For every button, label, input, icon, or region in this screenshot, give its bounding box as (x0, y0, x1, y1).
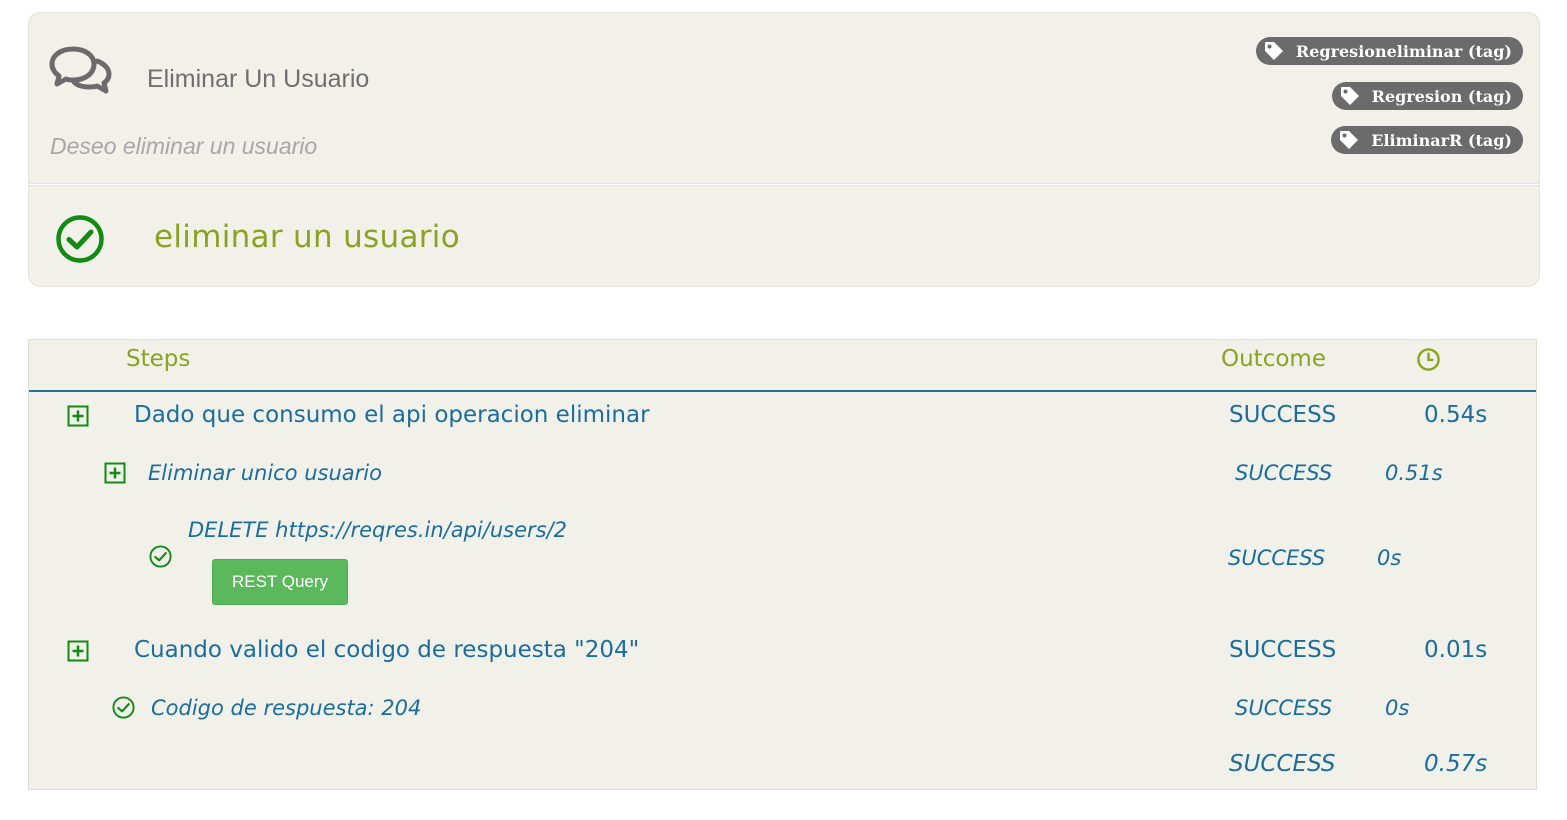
step-description: Eliminar unico usuario (148, 461, 382, 485)
tag-badge[interactable]: Regresion (tag) (1331, 82, 1523, 110)
comments-icon (49, 46, 112, 94)
tag-label: Regresioneliminar (tag) (1295, 41, 1512, 61)
step-outcome: SUCCESS (1235, 461, 1333, 485)
scenario-result-panel: eliminar un usuario (28, 185, 1540, 287)
steps-column-header: Steps (126, 346, 191, 372)
tag-badge[interactable]: EliminarR (tag) (1331, 126, 1523, 154)
step-outcome: SUCCESS (1235, 696, 1333, 720)
check-circle-icon (149, 545, 172, 568)
outcome-column-header: Outcome (1221, 346, 1326, 372)
check-circle-icon (56, 215, 104, 263)
step-description: Cuando valido el codigo de respuesta "20… (134, 637, 640, 663)
story-description: Deseo eliminar un usuario (50, 133, 318, 159)
scenario-title: eliminar un usuario (154, 219, 460, 255)
step-description: Codigo de respuesta: 204 (151, 696, 422, 720)
total-outcome: SUCCESS (1229, 751, 1336, 777)
total-duration: 0.57s (1424, 751, 1488, 777)
step-duration: 0.01s (1424, 637, 1488, 663)
step-duration: 0s (1385, 696, 1410, 720)
story-title: Eliminar Un Usuario (147, 65, 370, 93)
step-duration: 0s (1377, 546, 1402, 570)
step-outcome: SUCCESS (1229, 402, 1337, 428)
tag-icon (1264, 42, 1283, 60)
step-duration: 0.54s (1424, 402, 1488, 428)
tag-icon (1340, 87, 1359, 105)
story-header-panel: Eliminar Un Usuario Deseo eliminar un us… (28, 12, 1540, 184)
check-circle-icon (112, 696, 135, 719)
step-description: DELETE https://reqres.in/api/users/2 (188, 518, 568, 542)
step-outcome: SUCCESS (1228, 546, 1326, 570)
step-outcome: SUCCESS (1229, 637, 1337, 663)
step-duration: 0.51s (1385, 461, 1443, 485)
tag-badge[interactable]: Regresioneliminar (tag) (1255, 37, 1523, 65)
rest-query-button[interactable]: REST Query (212, 559, 348, 605)
steps-table-header: Steps Outcome (29, 340, 1536, 392)
tag-icon (1340, 131, 1359, 149)
tag-label: Regresion (tag) (1371, 86, 1512, 106)
steps-table: Steps Outcome Dado que consumo el api op… (28, 339, 1537, 790)
step-description: Dado que consumo el api operacion elimin… (134, 402, 650, 428)
expand-plus-icon[interactable] (67, 405, 89, 427)
expand-plus-icon[interactable] (67, 640, 89, 662)
expand-plus-icon[interactable] (104, 462, 126, 484)
clock-icon (1417, 348, 1440, 371)
tag-label: EliminarR (tag) (1371, 130, 1512, 150)
